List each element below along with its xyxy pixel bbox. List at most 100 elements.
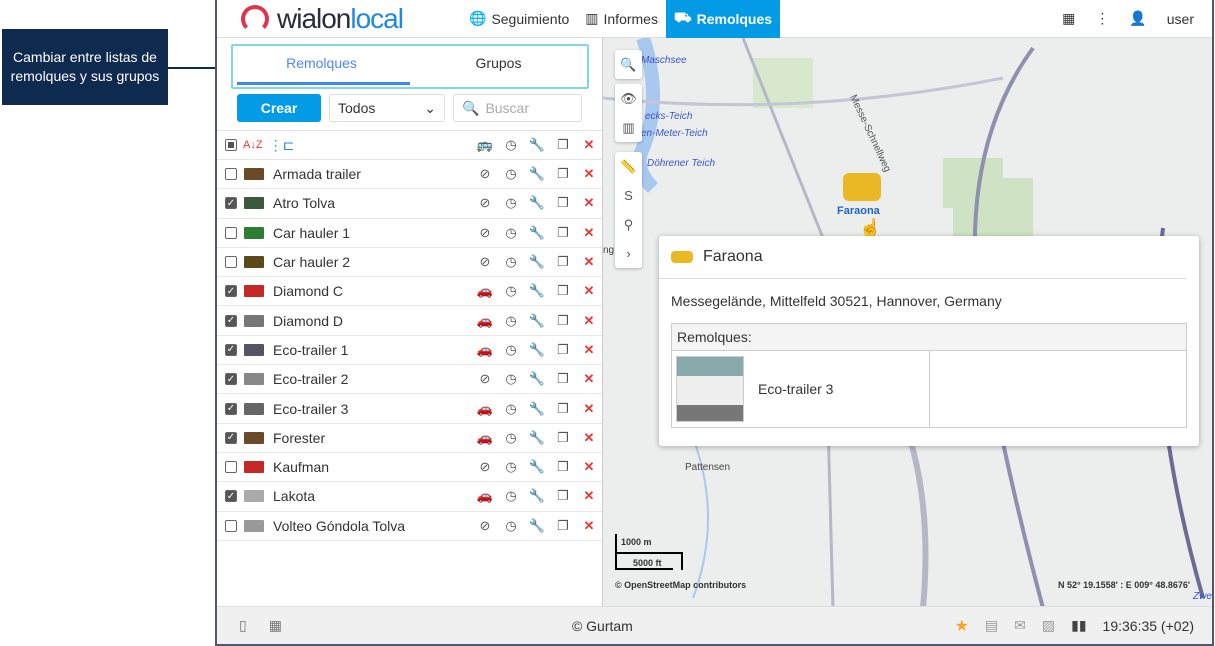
delete-column-icon[interactable]: ✕ bbox=[576, 137, 602, 153]
wrench-icon[interactable]: 🔧 bbox=[524, 313, 550, 329]
row-checkbox[interactable] bbox=[225, 461, 237, 474]
history-icon[interactable]: ◷ bbox=[498, 166, 524, 182]
row-checkbox[interactable] bbox=[225, 519, 237, 532]
history-icon[interactable]: ◷ bbox=[498, 518, 524, 534]
history-icon[interactable]: ◷ bbox=[498, 195, 524, 211]
table-row[interactable]: ✓ Eco-trailer 2 ⊘ ◷ 🔧 ❐ ✕ bbox=[217, 365, 602, 395]
trailer-name[interactable]: Eco-trailer 2 bbox=[273, 371, 472, 387]
row-checkbox[interactable]: ✓ bbox=[225, 314, 237, 327]
history-icon[interactable]: ◷ bbox=[498, 488, 524, 504]
history-icon[interactable]: ◷ bbox=[498, 459, 524, 475]
delete-icon[interactable]: ✕ bbox=[576, 166, 602, 182]
search-input[interactable]: 🔍 Buscar bbox=[453, 94, 582, 122]
table-row[interactable]: ✓ Forester 🚗 ◷ 🔧 ❐ ✕ bbox=[217, 424, 602, 453]
unlinked-icon[interactable]: ⊘ bbox=[472, 254, 498, 270]
row-checkbox[interactable]: ✓ bbox=[225, 402, 237, 415]
row-checkbox[interactable]: ✓ bbox=[225, 285, 237, 298]
favorite-star-icon[interactable]: ★ bbox=[955, 616, 969, 636]
trailer-name[interactable]: Diamond D bbox=[273, 313, 472, 329]
wrench-icon[interactable]: 🔧 bbox=[524, 225, 550, 241]
trailer-name[interactable]: Volteo Góndola Tolva bbox=[273, 518, 472, 534]
delete-icon[interactable]: ✕ bbox=[576, 313, 602, 329]
wrench-icon[interactable]: 🔧 bbox=[524, 430, 550, 446]
wrench-icon[interactable]: 🔧 bbox=[524, 254, 550, 270]
apps-grid-icon[interactable]: ▦ bbox=[269, 617, 282, 634]
copy-icon[interactable]: ❐ bbox=[550, 283, 576, 299]
table-row[interactable]: Armada trailer ⊘ ◷ 🔧 ❐ ✕ bbox=[217, 160, 602, 190]
wrench-icon[interactable]: 🔧 bbox=[524, 342, 550, 358]
route-icon[interactable]: S bbox=[624, 181, 633, 210]
wrench-icon[interactable]: 🔧 bbox=[524, 518, 550, 534]
search-icon[interactable]: 🔍 bbox=[620, 50, 636, 79]
unlinked-icon[interactable]: ⊘ bbox=[472, 225, 498, 241]
wrench-icon[interactable]: 🔧 bbox=[524, 371, 550, 387]
trailer-name[interactable]: Eco-trailer 3 bbox=[273, 401, 472, 417]
unit-marker-label[interactable]: Faraona bbox=[837, 205, 880, 217]
history-icon[interactable]: ◷ bbox=[498, 313, 524, 329]
trailer-name[interactable]: Atro Tolva bbox=[273, 195, 472, 211]
copy-icon[interactable]: ❐ bbox=[550, 401, 576, 417]
history-icon[interactable]: ◷ bbox=[498, 342, 524, 358]
properties-column-icon[interactable]: 🔧 bbox=[524, 137, 550, 153]
trailer-name[interactable]: Forester bbox=[273, 430, 472, 446]
nav-remolques[interactable]: ⛟ Remolques bbox=[665, 0, 781, 38]
trailer-name[interactable]: Eco-trailer 1 bbox=[273, 342, 472, 358]
sort-az-icon[interactable]: A↓Z bbox=[243, 139, 263, 151]
trailer-name[interactable]: Car hauler 1 bbox=[273, 225, 472, 241]
copy-icon[interactable]: ❐ bbox=[550, 254, 576, 270]
unlinked-icon[interactable]: ⊘ bbox=[472, 371, 498, 387]
copy-icon[interactable]: ❐ bbox=[550, 342, 576, 358]
row-checkbox[interactable] bbox=[225, 168, 237, 181]
copy-icon[interactable]: ❐ bbox=[550, 518, 576, 534]
delete-icon[interactable]: ✕ bbox=[576, 342, 602, 358]
table-row[interactable]: ✓ Eco-trailer 3 🚗 ◷ 🔧 ❐ ✕ bbox=[217, 394, 602, 424]
history-icon[interactable]: ◷ bbox=[498, 430, 524, 446]
row-checkbox[interactable] bbox=[225, 256, 237, 269]
history-icon[interactable]: ◷ bbox=[498, 225, 524, 241]
copy-icon[interactable]: ❐ bbox=[550, 225, 576, 241]
copy-column-icon[interactable]: ❐ bbox=[550, 137, 576, 153]
wrench-icon[interactable]: 🔧 bbox=[524, 488, 550, 504]
car-icon[interactable]: 🚗 bbox=[472, 342, 498, 358]
table-row[interactable]: ✓ Eco-trailer 1 🚗 ◷ 🔧 ❐ ✕ bbox=[217, 336, 602, 366]
trailer-name[interactable]: Armada trailer bbox=[273, 166, 472, 182]
wrench-icon[interactable]: 🔧 bbox=[524, 166, 550, 182]
copy-icon[interactable]: ❐ bbox=[550, 430, 576, 446]
wrench-icon[interactable]: 🔧 bbox=[524, 459, 550, 475]
map[interactable]: Maschsee ecks-Teich en-Meter-Teich Döhre… bbox=[603, 38, 1212, 606]
map-search-tool[interactable]: 🔍 bbox=[615, 50, 642, 79]
table-row[interactable]: ✓ Diamond C 🚗 ◷ 🔧 ❐ ✕ bbox=[217, 277, 602, 307]
geofence-icon[interactable]: ⚲ bbox=[624, 210, 634, 239]
delete-icon[interactable]: ✕ bbox=[576, 254, 602, 270]
user-name[interactable]: user bbox=[1167, 11, 1194, 27]
trailer-name[interactable]: Car hauler 2 bbox=[273, 254, 472, 270]
trailer-name[interactable]: Lakota bbox=[273, 488, 472, 504]
table-row[interactable]: ✓ Atro Tolva ⊘ ◷ 🔧 ❐ ✕ bbox=[217, 189, 602, 219]
row-checkbox[interactable] bbox=[225, 226, 237, 239]
car-icon[interactable]: 🚗 bbox=[472, 488, 498, 504]
table-row[interactable]: ✓ Lakota 🚗 ◷ 🔧 ❐ ✕ bbox=[217, 482, 602, 512]
delete-icon[interactable]: ✕ bbox=[576, 518, 602, 534]
select-all-checkbox[interactable] bbox=[225, 139, 237, 151]
delete-icon[interactable]: ✕ bbox=[576, 459, 602, 475]
delete-icon[interactable]: ✕ bbox=[576, 401, 602, 417]
tab-grupos[interactable]: Grupos bbox=[410, 46, 587, 87]
table-row[interactable]: Car hauler 1 ⊘ ◷ 🔧 ❐ ✕ bbox=[217, 219, 602, 248]
copy-icon[interactable]: ❐ bbox=[550, 313, 576, 329]
unit-marker-icon[interactable] bbox=[843, 173, 881, 201]
wrench-icon[interactable]: 🔧 bbox=[524, 401, 550, 417]
unlinked-icon[interactable]: ⊘ bbox=[472, 166, 498, 182]
map-attribution[interactable]: © OpenStreetMap contributors bbox=[615, 580, 746, 590]
eye-icon[interactable]: 👁 bbox=[620, 84, 637, 113]
panel-toggle-icon[interactable]: ▯ bbox=[239, 617, 247, 634]
layout-icon[interactable]: ▮▮ bbox=[1071, 617, 1086, 634]
map-icon[interactable]: ▥ bbox=[622, 113, 634, 142]
history-icon[interactable]: ◷ bbox=[498, 371, 524, 387]
delete-icon[interactable]: ✕ bbox=[576, 488, 602, 504]
messages-icon[interactable]: ✉ bbox=[1014, 617, 1026, 634]
copy-icon[interactable]: ❐ bbox=[550, 459, 576, 475]
trailer-name[interactable]: Diamond C bbox=[273, 283, 472, 299]
user-icon[interactable]: 👤 bbox=[1129, 10, 1146, 27]
wrench-icon[interactable]: 🔧 bbox=[524, 283, 550, 299]
car-icon[interactable]: 🚗 bbox=[472, 401, 498, 417]
